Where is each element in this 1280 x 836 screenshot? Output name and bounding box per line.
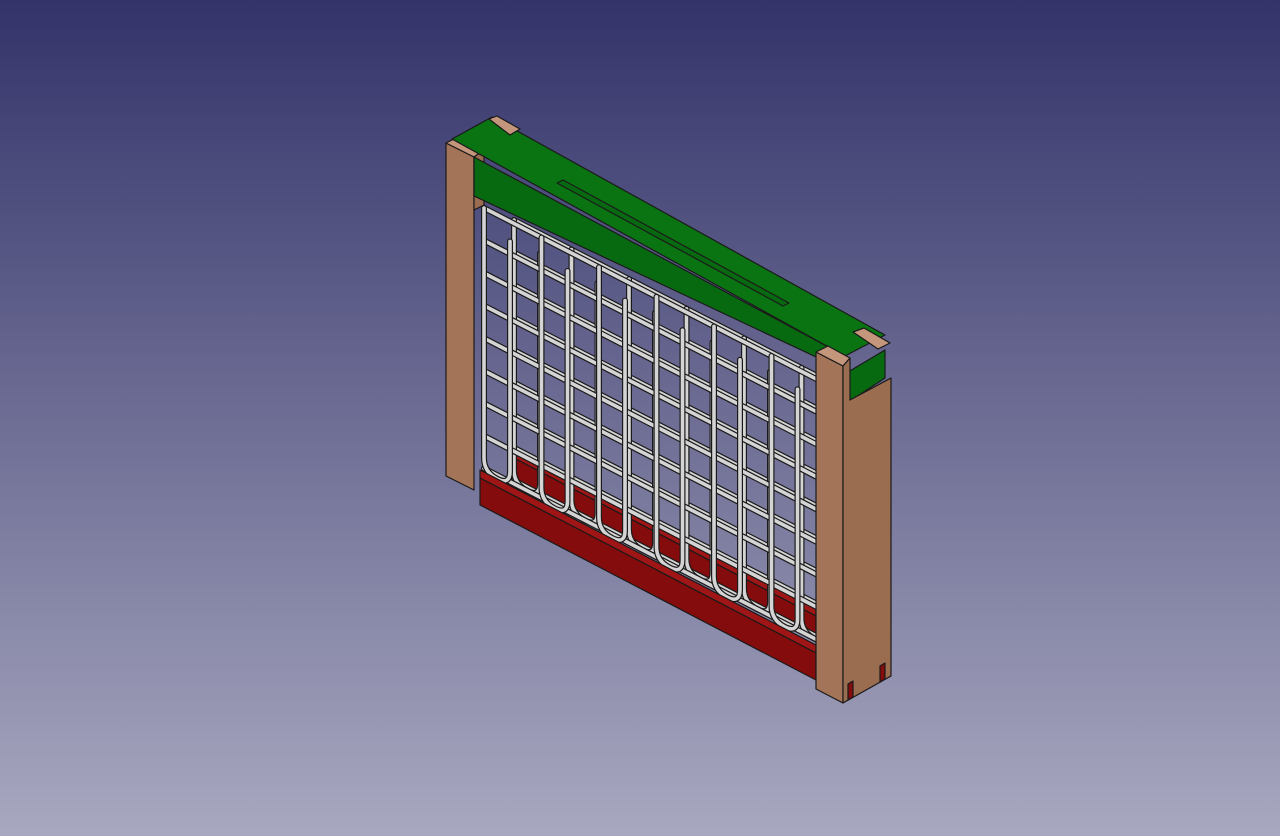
3d-viewport[interactable]: [0, 0, 1280, 836]
right-post-notch-2: [879, 662, 886, 683]
right-post[interactable]: [815, 345, 892, 704]
right-post-notch-1: [847, 680, 854, 701]
3d-scene[interactable]: [0, 0, 1280, 836]
